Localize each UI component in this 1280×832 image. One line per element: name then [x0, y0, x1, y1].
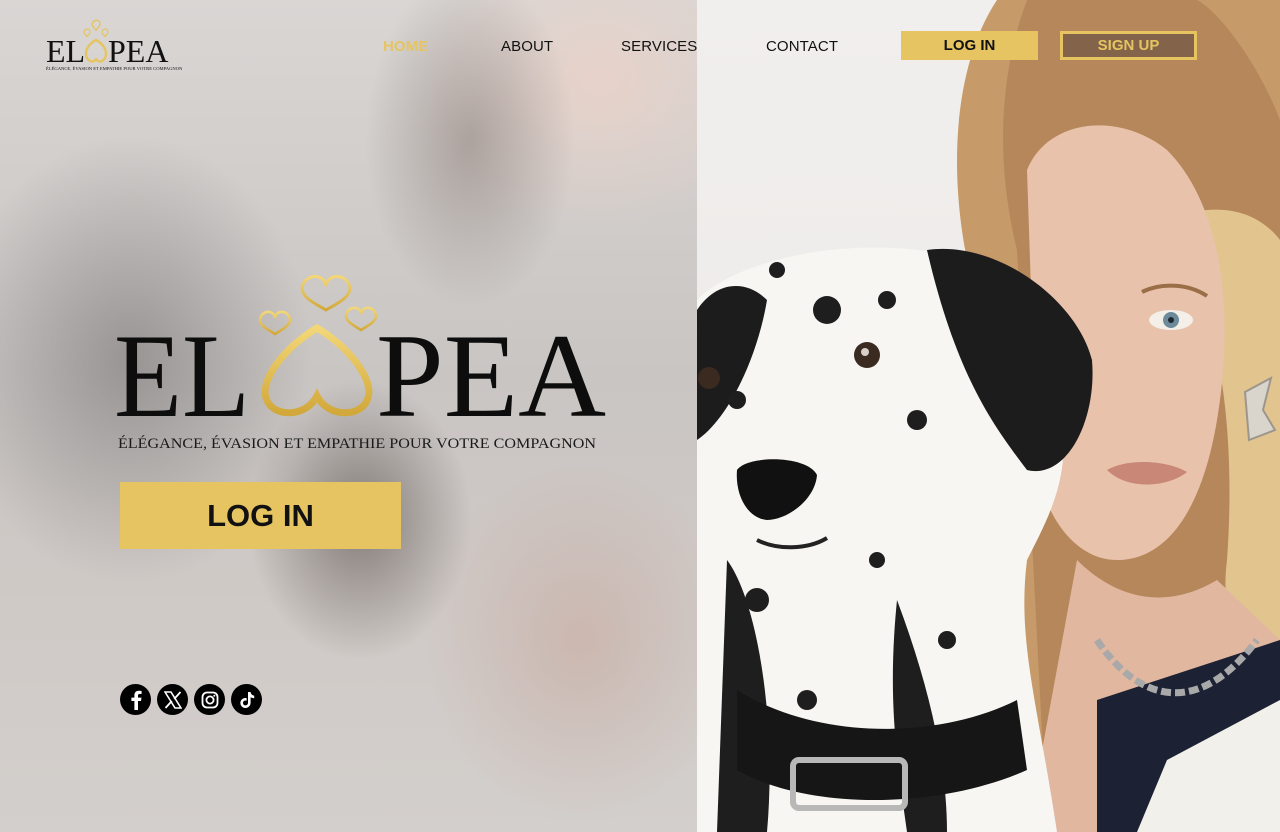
instagram-icon[interactable] [194, 684, 225, 715]
x-twitter-icon[interactable] [157, 684, 188, 715]
header-login-button[interactable]: LOG IN [901, 31, 1038, 60]
social-links [120, 684, 262, 715]
nav-contact[interactable]: CONTACT [766, 38, 838, 55]
nav-home[interactable]: HOME [383, 38, 428, 55]
tiktok-icon[interactable] [231, 684, 262, 715]
hero-login-button[interactable]: LOG IN [120, 482, 401, 549]
hero-logo: EL PEA ÉLÉGANCE, ÉVASION ET EMPATHIE POU… [114, 275, 606, 452]
svg-text:PEA: PEA [108, 33, 168, 69]
nav-about[interactable]: ABOUT [501, 38, 553, 55]
svg-text:EL: EL [114, 309, 250, 442]
svg-text:PEA: PEA [376, 309, 606, 442]
header-signup-button[interactable]: SIGN UP [1060, 31, 1197, 60]
hero-photo [697, 0, 1280, 832]
svg-text:ÉLÉGANCE, ÉVASION ET EMPATHIE: ÉLÉGANCE, ÉVASION ET EMPATHIE POUR VOTRE… [118, 435, 596, 452]
nav-services[interactable]: SERVICES [621, 38, 697, 55]
svg-text:ÉLÉGANCE, ÉVASION ET EMPATHIE: ÉLÉGANCE, ÉVASION ET EMPATHIE POUR VOTRE… [46, 66, 183, 72]
svg-text:EL: EL [46, 33, 85, 69]
site-logo[interactable]: EL PEA ÉLÉGANCE, ÉVASION ET EMPATHIE POU… [44, 18, 184, 74]
facebook-icon[interactable] [120, 684, 151, 715]
